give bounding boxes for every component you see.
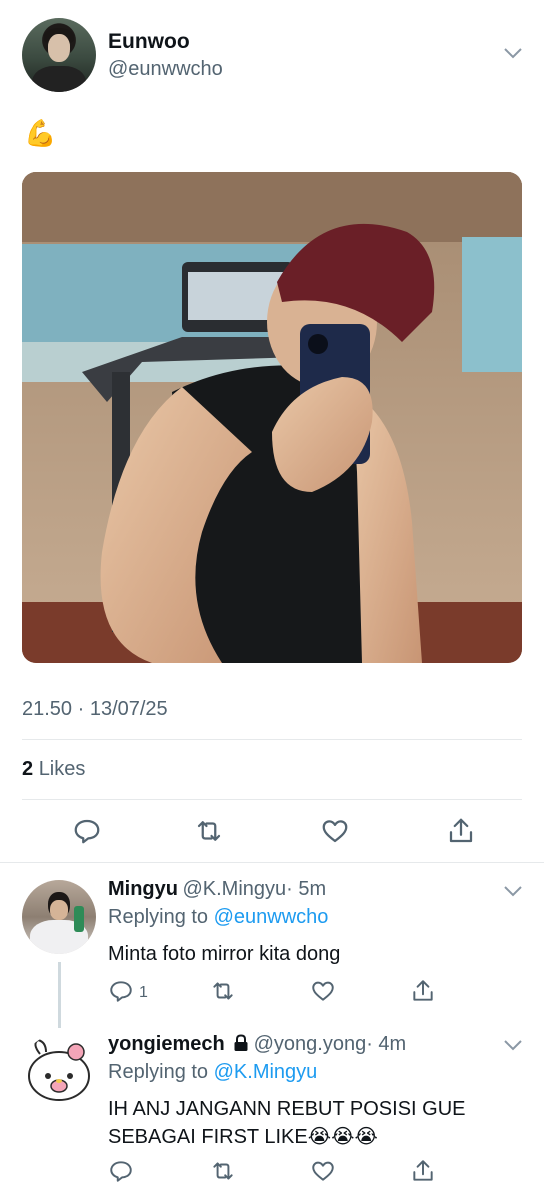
replying-to: Replying to @K.Mingyu [108, 1061, 317, 1084]
reply-avatar[interactable] [22, 880, 96, 954]
reply-time: · 5m [286, 878, 327, 900]
chevron-down-icon[interactable] [503, 46, 523, 60]
reply-text: Minta foto mirror kita dong [108, 943, 341, 965]
like-icon[interactable] [310, 978, 336, 1004]
reply-handle[interactable]: @yong.yong [254, 1033, 367, 1055]
like-icon[interactable] [320, 816, 350, 846]
likes-label: Likes [38, 758, 86, 780]
like-icon[interactable] [310, 1158, 336, 1184]
replying-prefix: Replying to [108, 1061, 209, 1083]
replying-prefix: Replying to [108, 906, 209, 928]
likes-count: 2 [22, 758, 34, 780]
divider [22, 739, 522, 740]
tweet-text: 💪 [24, 118, 57, 148]
reply-icon[interactable] [108, 978, 134, 1004]
mirror-selfie-image [22, 172, 522, 663]
share-icon[interactable] [410, 1158, 436, 1184]
lock-icon [233, 1034, 249, 1052]
replying-to: Replying to @eunwwcho [108, 906, 328, 929]
reply-icon[interactable] [72, 816, 102, 846]
tweet-photo[interactable] [22, 172, 522, 663]
main-avatar[interactable] [22, 18, 96, 92]
thread-line [58, 962, 61, 1028]
retweet-icon[interactable] [210, 978, 236, 1004]
main-handle[interactable]: @eunwwcho [108, 58, 223, 81]
share-icon[interactable] [410, 978, 436, 1004]
reply-text-line-2: SEBAGAI FIRST LIKE😭😭😭 [108, 1122, 378, 1152]
chevron-down-icon[interactable] [503, 884, 523, 898]
replying-to-link[interactable]: @K.Mingyu [214, 1061, 318, 1083]
reply-count: 1 [139, 984, 148, 1001]
likes-stat[interactable]: 2 Likes [22, 758, 85, 781]
reply-time: · 4m [366, 1033, 407, 1055]
main-display-name[interactable]: Eunwoo [108, 30, 190, 54]
tweet-timestamp: 21.50 · 13/07/25 [22, 698, 168, 720]
reply-icon[interactable] [108, 1158, 134, 1184]
retweet-icon[interactable] [194, 816, 224, 846]
chevron-down-icon[interactable] [503, 1038, 523, 1052]
reply-text-line-2-text: SEBAGAI FIRST LIKE [108, 1126, 308, 1148]
divider [22, 799, 522, 800]
share-icon[interactable] [446, 816, 476, 846]
reply-handle[interactable]: @K.Mingyu [182, 878, 286, 900]
crying-emojis: 😭😭😭 [307, 1126, 378, 1148]
reply-avatar[interactable] [22, 1034, 96, 1108]
reply-text-line-1: IH ANJ JANGANN REBUT POSISI GUE [108, 1098, 466, 1120]
reply-display-name[interactable]: Mingyu [108, 878, 178, 900]
reply-display-name[interactable]: yongiemech [108, 1033, 225, 1055]
reply-header: Mingyu @K.Mingyu· 5m [108, 878, 326, 901]
replying-to-link[interactable]: @eunwwcho [214, 906, 329, 928]
retweet-icon[interactable] [210, 1158, 236, 1184]
reply-header: yongiemech @yong.yong· 4m [108, 1033, 406, 1056]
divider [0, 862, 544, 863]
